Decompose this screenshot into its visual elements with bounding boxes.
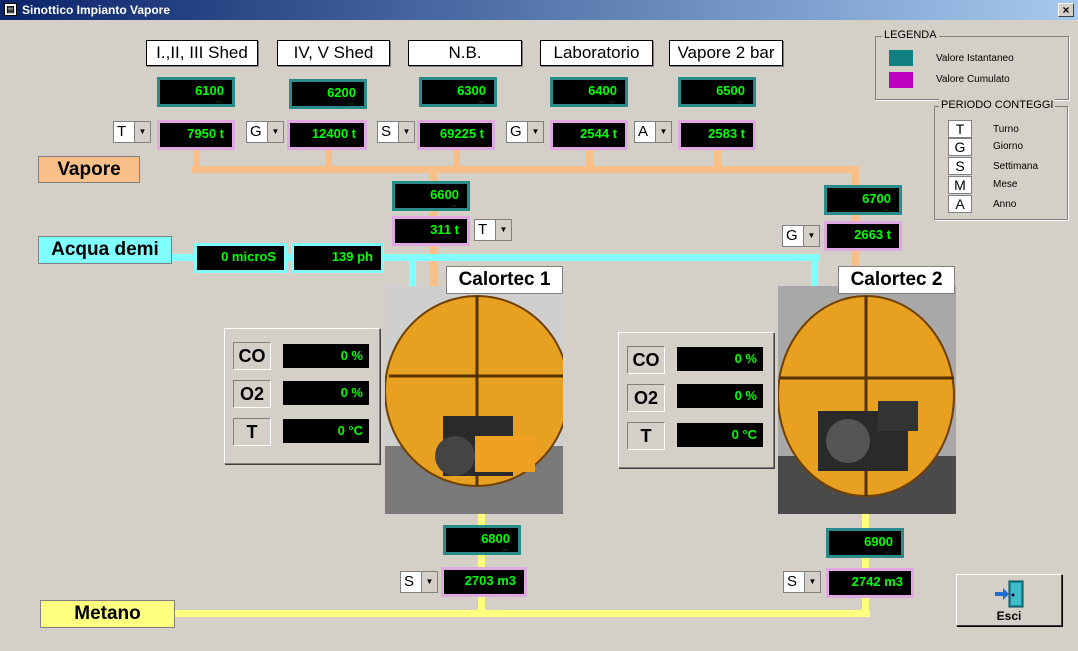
period-label-s: Settimana (993, 161, 1039, 172)
boiler1-analysis-panel: CO 0 % O2 0 % T 0 °C (224, 328, 380, 464)
boiler2-steam-period-select[interactable]: G ▼ (782, 225, 820, 247)
boiler2-gas-meter-id: 6900 ··· (826, 528, 904, 558)
boiler2-o2-value: 0 % (677, 384, 763, 408)
consumer-label-3: N.B. (408, 40, 522, 66)
boiler2-name: Calortec 2 (838, 266, 955, 294)
steam-pipe-3 (453, 150, 460, 168)
boiler1-steam-period-select[interactable]: T ▼ (474, 219, 512, 241)
boiler1-co-label: CO (233, 342, 271, 370)
window-title: Sinottico Impianto Vapore (22, 3, 171, 17)
boiler1-co-value: 0 % (283, 344, 369, 368)
consumer-value-5: 2583 t (678, 120, 756, 150)
boiler2-t-label: T (627, 422, 665, 450)
cumulative-label: Valore Cumulato (936, 74, 1010, 85)
period-code-a: A (948, 195, 972, 213)
water-ph-meter: 139 ph (291, 243, 384, 273)
boiler2-steam-meter-id: 6700 ··· (824, 185, 902, 215)
meter-id-5: 6500 ··· (678, 77, 756, 107)
period-code-m: M (948, 176, 972, 194)
meter-id-3: 6300 ··· (419, 77, 497, 107)
period-select-2[interactable]: G ▼ (246, 121, 284, 143)
consumer-value-2: 12400 t (287, 120, 367, 150)
boiler2-t-value: 0 °C (677, 423, 763, 447)
steam-main-pipe (192, 166, 858, 173)
period-select-5[interactable]: A ▼ (634, 121, 672, 143)
steam-boiler2-pipe (852, 166, 859, 266)
exit-button[interactable]: Esci (956, 574, 1062, 626)
meter-id-4: 6400 ··· (550, 77, 628, 107)
legend-title: LEGENDA (882, 29, 939, 41)
consumer-value-3: 69225 t (417, 120, 495, 150)
exit-door-icon (995, 580, 1024, 608)
water-boiler2-pipe (811, 254, 818, 288)
period-label-t: Turno (993, 124, 1019, 135)
boiler2-gas-value: 2742 m3 (826, 568, 914, 598)
meter-id-1: 6100 ··· (157, 77, 235, 107)
boiler1-t-label: T (233, 418, 271, 446)
boiler2-co-value: 0 % (677, 347, 763, 371)
period-code-s: S (948, 157, 972, 175)
period-label-g: Giorno (993, 141, 1024, 152)
steam-line-label: Vapore (38, 156, 140, 183)
boiler1-t-value: 0 °C (283, 419, 369, 443)
period-select-1[interactable]: T ▼ (113, 121, 151, 143)
boiler1-steam-value: 311 t (392, 216, 470, 246)
boiler2-steam-value: 2663 t (824, 221, 902, 251)
boiler1-o2-label: O2 (233, 380, 271, 408)
boiler2-o2-label: O2 (627, 384, 665, 412)
instant-label: Valore Istantaneo (936, 53, 1014, 64)
boiler1-name: Calortec 1 (446, 266, 563, 294)
boiler1-o2-value: 0 % (283, 381, 369, 405)
boiler2-analysis-panel: CO 0 % O2 0 % T 0 °C (618, 332, 774, 468)
boiler2-image (778, 286, 956, 514)
period-select-4[interactable]: G ▼ (506, 121, 544, 143)
period-code-t: T (948, 120, 972, 138)
period-group: PERIODO CONTEGGI T Turno G Giorno S Sett… (934, 99, 1068, 220)
steam-pipe-1 (193, 150, 200, 168)
gas-main-pipe (172, 610, 870, 617)
title-bar: ▤ Sinottico Impianto Vapore × (0, 0, 1078, 20)
water-boiler1-pipe (409, 254, 416, 290)
boiler1-steam-meter-id: 6600 ··· (392, 181, 470, 211)
water-conductivity-meter: 0 microS (194, 243, 287, 273)
instant-swatch (889, 50, 913, 66)
period-select-3[interactable]: S ▼ (377, 121, 415, 143)
consumer-value-4: 2544 t (550, 120, 628, 150)
close-button[interactable]: × (1058, 3, 1074, 17)
consumer-label-1: I.,II, III Shed (146, 40, 258, 66)
water-line-label: Acqua demi (38, 236, 172, 264)
steam-pipe-4 (586, 150, 593, 168)
boiler1-image (385, 286, 563, 514)
boiler1-gas-value: 2703 m3 (441, 567, 527, 597)
boiler1-gas-meter-id: 6800 ··· (443, 525, 521, 555)
consumer-label-2: IV, V Shed (277, 40, 390, 66)
consumer-label-4: Laboratorio (540, 40, 653, 66)
period-label-a: Anno (993, 199, 1017, 210)
period-label-m: Mese (993, 179, 1018, 190)
meter-id-2: 6200 ··· (289, 79, 367, 109)
legend-group: LEGENDA Valore Istantaneo Valore Cumulat… (875, 29, 1069, 100)
cumulative-swatch (889, 72, 913, 88)
boiler2-co-label: CO (627, 346, 665, 374)
steam-pipe-2 (325, 150, 332, 168)
steam-pipe-5 (714, 150, 721, 168)
consumer-value-1: 7950 t (157, 120, 235, 150)
period-title: PERIODO CONTEGGI (939, 99, 1056, 111)
app-icon: ▤ (4, 3, 17, 16)
consumer-label-5: Vapore 2 bar (669, 40, 783, 66)
exit-label: Esci (996, 609, 1022, 623)
boiler2-gas-period-select[interactable]: S ▼ (783, 571, 821, 593)
boiler1-gas-period-select[interactable]: S ▼ (400, 571, 438, 593)
gas-line-label: Metano (40, 600, 175, 628)
period-code-g: G (948, 138, 972, 156)
